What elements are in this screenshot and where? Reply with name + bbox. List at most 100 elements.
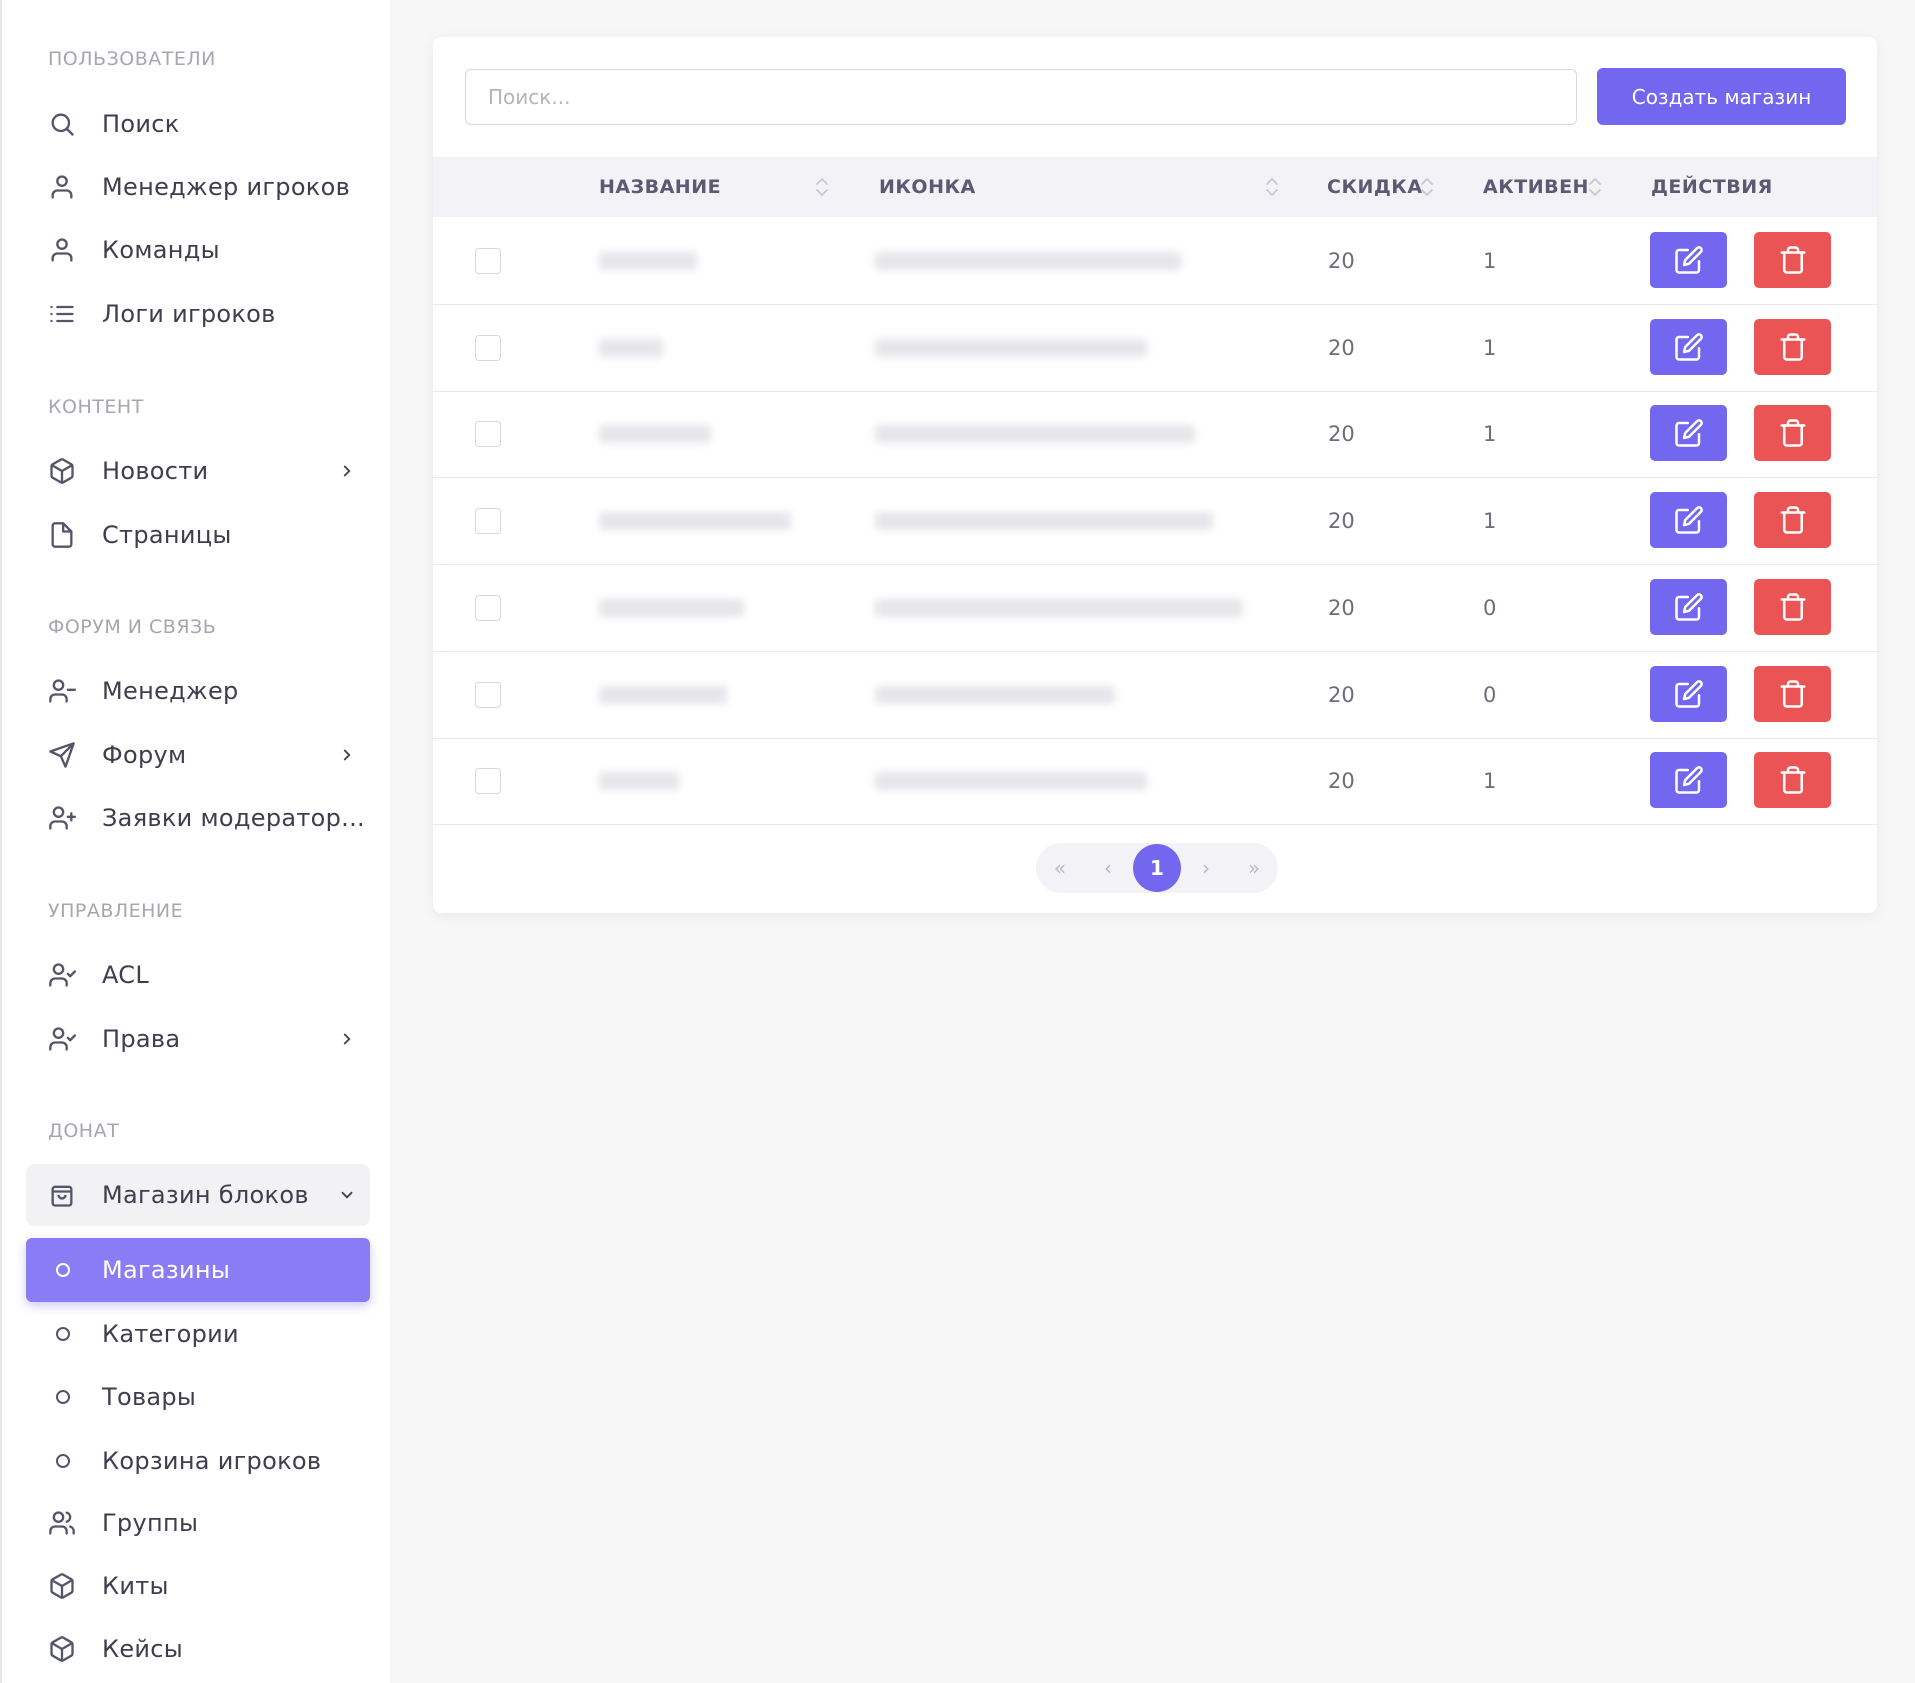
- pagination-next[interactable]: ›: [1182, 843, 1230, 893]
- box-icon: [48, 457, 76, 485]
- section-title-users: ПОЛЬЗОВАТЕЛИ: [48, 48, 216, 70]
- shop-icon-path: ██████████████: [875, 252, 1181, 270]
- active-value: 1: [1483, 422, 1497, 447]
- sidebar-item-label: Категории: [102, 1320, 239, 1348]
- sidebar-item-label: Магазин блоков: [102, 1181, 309, 1209]
- row-checkbox[interactable]: [475, 594, 501, 621]
- edit-button[interactable]: [1650, 405, 1727, 462]
- circle-icon: [56, 1454, 70, 1468]
- user-minus-icon: [48, 677, 76, 705]
- row-checkbox[interactable]: [475, 248, 501, 274]
- discount-value: 20: [1328, 422, 1355, 447]
- circle-icon: [56, 1327, 70, 1341]
- sidebar-item-manager[interactable]: Менеджер: [26, 660, 370, 722]
- sidebar-item-label: ACL: [102, 961, 150, 989]
- sidebar-item-shops[interactable]: Магазины: [26, 1238, 370, 1302]
- sidebar-item-kits[interactable]: Киты: [26, 1555, 370, 1617]
- sidebar-item-label: Корзина игроков: [102, 1447, 322, 1475]
- row-checkbox[interactable]: [475, 681, 501, 708]
- sort-icon[interactable]: [815, 175, 829, 199]
- column-header-discount[interactable]: СКИДКА: [1327, 157, 1423, 217]
- sidebar-item-commands[interactable]: Команды: [26, 219, 370, 281]
- active-value: 1: [1483, 509, 1497, 534]
- delete-button[interactable]: [1754, 405, 1831, 462]
- row-checkbox[interactable]: [475, 421, 501, 448]
- column-header-icon[interactable]: ИКОНКА: [879, 157, 976, 217]
- sidebar-item-acl[interactable]: ACL: [26, 944, 370, 1006]
- sort-icon[interactable]: [1588, 175, 1602, 199]
- table-row: █████████████████200: [433, 652, 1877, 739]
- sidebar-item-groups[interactable]: Группы: [26, 1492, 370, 1554]
- pagination-page-current[interactable]: 1: [1133, 844, 1181, 892]
- column-header-name[interactable]: НАЗВАНИЕ: [599, 157, 721, 217]
- user-icon: [48, 236, 76, 264]
- sort-icon[interactable]: [1420, 175, 1434, 199]
- shop-name: ██████: [599, 598, 744, 617]
- active-value: 1: [1483, 335, 1497, 360]
- shop-icon-path: ███████████: [875, 685, 1115, 704]
- sidebar-item-label: Кейсы: [102, 1635, 184, 1663]
- trash-icon: [1778, 765, 1808, 795]
- sidebar-item-label: Команды: [102, 236, 220, 264]
- delete-button[interactable]: [1754, 232, 1831, 288]
- edit-icon: [1674, 418, 1704, 448]
- sidebar-item-products[interactable]: Товары: [26, 1366, 370, 1428]
- edit-icon: [1674, 505, 1704, 535]
- table-row: ████████████████████████201: [433, 478, 1877, 566]
- circle-icon: [56, 1390, 70, 1404]
- delete-button[interactable]: [1754, 492, 1831, 549]
- section-title-management: УПРАВЛЕНИЕ: [48, 900, 184, 922]
- table-row: ████████████████████201: [433, 391, 1877, 479]
- sidebar-item-moderator-requests[interactable]: Заявки модератор...: [26, 787, 370, 849]
- sidebar-item-news[interactable]: Новости: [26, 440, 370, 502]
- shop-icon-path: ███████████████: [875, 425, 1195, 444]
- sidebar-item-label: Менеджер игроков: [102, 173, 351, 201]
- search-input[interactable]: [465, 69, 1577, 125]
- sidebar-item-forum[interactable]: Форум: [26, 724, 370, 786]
- edit-button[interactable]: [1650, 578, 1727, 635]
- discount-value: 20: [1328, 595, 1355, 620]
- column-header-actions: ДЕЙСТВИЯ: [1651, 176, 1773, 198]
- sidebar-item-player-manager[interactable]: Менеджер игроков: [26, 156, 370, 218]
- box-icon: [48, 1635, 76, 1663]
- create-shop-button[interactable]: Создать магазин: [1597, 68, 1846, 125]
- section-title-forum: ФОРУМ И СВЯЗЬ: [48, 616, 217, 638]
- edit-button[interactable]: [1650, 318, 1727, 375]
- sidebar-item-label: Новости: [102, 457, 209, 485]
- circle-icon: [56, 1263, 70, 1277]
- column-header-active[interactable]: АКТИВЕН: [1483, 157, 1589, 217]
- row-checkbox[interactable]: [475, 334, 501, 361]
- edit-button[interactable]: [1650, 665, 1727, 722]
- pagination: « ‹ 1 › »: [1036, 843, 1278, 893]
- sidebar-item-player-cart[interactable]: Корзина игроков: [26, 1430, 370, 1492]
- user-icon: [48, 173, 76, 201]
- pagination-prev[interactable]: ‹: [1084, 843, 1132, 893]
- sidebar-item-block-shop[interactable]: Магазин блоков: [26, 1164, 370, 1226]
- row-checkbox[interactable]: [475, 768, 501, 795]
- user-check-icon: [48, 1025, 76, 1053]
- sidebar-item-search[interactable]: Поиск: [26, 93, 370, 155]
- delete-button[interactable]: [1754, 752, 1831, 809]
- search-icon: [48, 110, 76, 138]
- edit-button[interactable]: [1650, 492, 1727, 549]
- delete-button[interactable]: [1754, 318, 1831, 375]
- sidebar-item-player-logs[interactable]: Логи игроков: [26, 283, 370, 345]
- edit-button[interactable]: [1650, 232, 1727, 288]
- active-value: 1: [1483, 249, 1497, 273]
- sidebar-item-label: Менеджер: [102, 677, 239, 705]
- edit-button[interactable]: [1650, 752, 1727, 809]
- sidebar-item-label: Товары: [102, 1383, 197, 1411]
- delete-button[interactable]: [1754, 578, 1831, 635]
- row-checkbox[interactable]: [475, 508, 501, 535]
- delete-button[interactable]: [1754, 665, 1831, 722]
- sidebar-item-pages[interactable]: Страницы: [26, 504, 370, 566]
- sidebar-item-cases[interactable]: Кейсы: [26, 1618, 370, 1680]
- sort-icon[interactable]: [1265, 175, 1279, 199]
- sidebar-item-categories[interactable]: Категории: [26, 1303, 370, 1365]
- pagination-first[interactable]: «: [1036, 843, 1084, 893]
- sidebar-item-rights[interactable]: Права: [26, 1008, 370, 1070]
- pagination-last[interactable]: »: [1230, 843, 1278, 893]
- user-plus-icon: [48, 804, 76, 832]
- shop-name: ████: [599, 772, 679, 791]
- chevron-right-icon: [343, 465, 351, 477]
